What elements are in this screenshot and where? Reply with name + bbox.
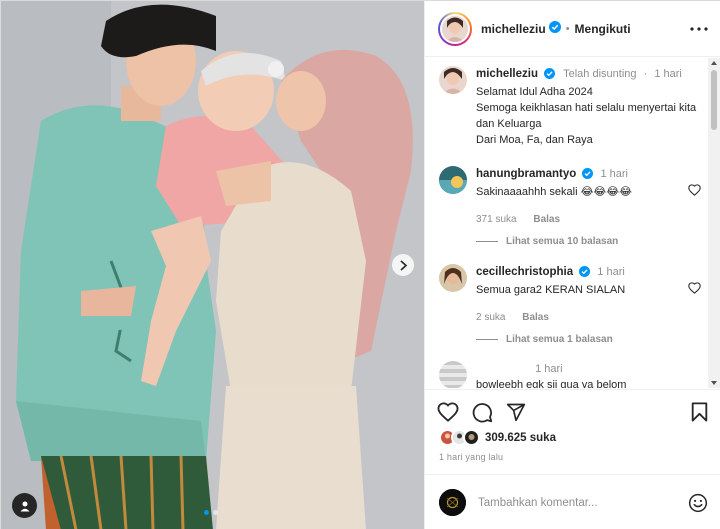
comment-icon[interactable] <box>472 402 493 423</box>
comment-text: bowleebh egk sii gua ya belom <box>476 379 627 388</box>
scroll-thumb[interactable] <box>711 70 717 130</box>
heart-icon[interactable] <box>437 402 459 422</box>
comment-meta: 2 suka Balas <box>476 310 707 326</box>
following-button[interactable]: Mengikuti <box>575 22 631 36</box>
view-replies-button[interactable]: Lihat semua 10 balasan <box>476 236 618 247</box>
comment-item: hanungbramantyo 1 hari Sakinaaaahhh seka… <box>439 166 707 228</box>
comment-time[interactable]: 1 hari <box>535 363 563 375</box>
like-comment-icon[interactable] <box>688 282 701 297</box>
carousel-indicator <box>204 510 218 515</box>
view-replies-label: Lihat semua 1 balasan <box>506 334 613 345</box>
caption-text: Selamat Idul Adha 2024 Semoga keikhlasan… <box>476 86 697 146</box>
instagram-post-modal: michelleziu • Mengikuti michelleziu Tela… <box>0 0 720 529</box>
carousel-dot <box>213 510 218 515</box>
comment-username[interactable]: hanungbramantyo <box>476 168 576 180</box>
commenter-avatar[interactable] <box>439 264 467 292</box>
add-comment-bar <box>425 474 720 529</box>
view-replies-label: Lihat semua 10 balasan <box>506 236 619 247</box>
comment-item: 1 hari bowleebh egk sii gua ya belom <box>439 361 707 388</box>
author-username[interactable]: michelleziu <box>481 22 546 36</box>
divider-line <box>476 240 498 242</box>
caption: michelleziu Telah disunting · 1 hari Sel… <box>439 66 707 148</box>
carousel-dot <box>204 510 209 515</box>
comments-list[interactable]: michelleziu Telah disunting · 1 hari Sel… <box>425 58 720 388</box>
comment-item: cecillechristophia 1 hari Semua gara2 KE… <box>439 264 707 326</box>
verified-badge-icon <box>548 21 561 36</box>
chevron-right-icon <box>399 259 407 271</box>
caption-avatar[interactable] <box>439 66 467 94</box>
more-options-icon[interactable] <box>690 26 708 31</box>
comment-text: Semua gara2 KERAN SIALAN <box>476 284 626 296</box>
comment-like-count[interactable]: 2 suka <box>476 312 505 323</box>
bookmark-icon[interactable] <box>691 402 708 422</box>
divider-line <box>476 338 498 340</box>
liker-avatar[interactable] <box>463 429 480 446</box>
comment-meta: 371 suka Balas <box>476 212 707 228</box>
scroll-up-icon[interactable] <box>711 61 717 65</box>
reply-button[interactable]: Balas <box>533 214 560 225</box>
post-actions <box>425 389 720 434</box>
comments-scrollbar[interactable] <box>708 58 720 388</box>
likes-summary: 309.625 suka <box>439 429 556 446</box>
commenter-avatar[interactable] <box>439 361 467 388</box>
header-separator: • <box>565 22 570 35</box>
next-photo-button[interactable] <box>392 254 414 276</box>
comment-input[interactable] <box>478 496 688 509</box>
like-comment-icon[interactable] <box>688 184 701 199</box>
user-tag-icon <box>20 501 29 511</box>
like-count[interactable]: 309.625 suka <box>485 432 556 444</box>
caption-username[interactable]: michelleziu <box>476 68 538 80</box>
caption-edited-label: Telah disunting <box>563 68 637 80</box>
author-avatar[interactable] <box>438 11 472 46</box>
verified-badge-icon <box>544 68 556 84</box>
family-photo <box>1 1 424 529</box>
emoji-icon[interactable] <box>688 493 708 513</box>
share-icon[interactable] <box>506 402 526 422</box>
current-user-avatar <box>439 489 466 516</box>
reply-button[interactable]: Balas <box>522 312 549 323</box>
view-replies-button[interactable]: Lihat semua 1 balasan <box>476 334 613 345</box>
caption-time[interactable]: 1 hari <box>654 68 682 80</box>
comment-text: Sakinaaaahhh sekali 😂😂😂😂 <box>476 186 632 198</box>
comment-username[interactable]: cecillechristophia <box>476 266 573 278</box>
scroll-down-icon[interactable] <box>711 381 717 385</box>
comment-time[interactable]: 1 hari <box>600 168 628 180</box>
post-date[interactable]: 1 hari yang lalu <box>439 452 503 462</box>
tagged-users-button[interactable] <box>12 493 37 518</box>
comment-like-count[interactable]: 371 suka <box>476 214 517 225</box>
comment-time[interactable]: 1 hari <box>597 266 625 278</box>
post-side-panel: michelleziu • Mengikuti michelleziu Tela… <box>424 1 720 529</box>
post-photo[interactable] <box>1 1 424 529</box>
verified-badge-icon <box>582 168 594 184</box>
post-header: michelleziu • Mengikuti <box>425 1 720 57</box>
commenter-avatar[interactable] <box>439 166 467 194</box>
verified-badge-icon <box>579 266 591 282</box>
